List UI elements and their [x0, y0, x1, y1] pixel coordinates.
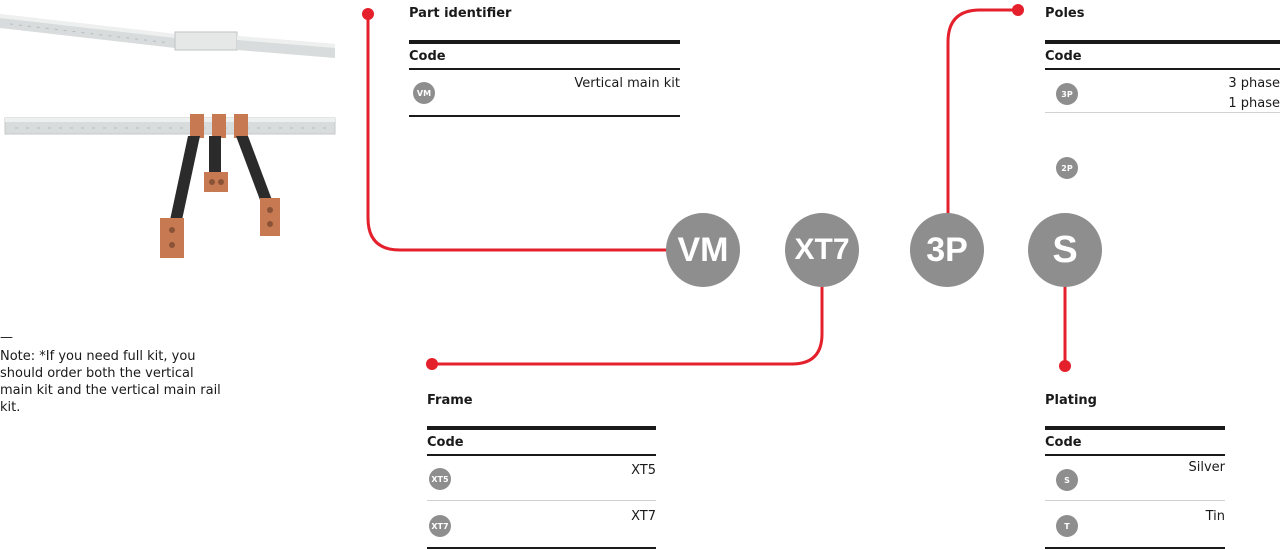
connector-dot-plating [1059, 360, 1071, 372]
code-header: Code [1045, 49, 1082, 64]
code-circle-frame: XT7 [785, 213, 859, 287]
code-badge: XT7 [429, 515, 451, 537]
code-header-line [1045, 454, 1225, 456]
table-bottom-line [427, 547, 656, 549]
code-circle-poles: 3P [910, 213, 984, 287]
code-badge: T [1056, 515, 1078, 537]
group-title: Part identifier [409, 6, 512, 21]
code-circle-part: VM [666, 213, 740, 287]
code-header: Code [1045, 435, 1082, 450]
note-text: Note: *If you need full kit, you should … [0, 349, 221, 415]
table-top-bar [1045, 426, 1225, 430]
connector-frame [432, 285, 824, 366]
connector-poles [946, 8, 1018, 218]
code-header-line [427, 454, 656, 456]
code-circle-plating: S [1028, 213, 1102, 287]
code-header: Code [409, 49, 446, 64]
group-frame: Frame Code XT5 XT5 XT7 XT7 [427, 393, 656, 550]
table-top-bar [409, 40, 680, 44]
table-bottom-line [1045, 547, 1225, 549]
code-header-line [1045, 68, 1280, 70]
connector-dot-poles [1012, 4, 1024, 16]
connector-dot-frame [426, 358, 438, 370]
group-title: Plating [1045, 393, 1097, 408]
code-description: 1 phase [1228, 96, 1280, 111]
row-separator [427, 500, 656, 501]
code-description: XT7 [631, 509, 656, 524]
code-badge: 2P [1056, 157, 1078, 179]
code-header: Code [427, 435, 464, 450]
code-description: Silver [1188, 460, 1225, 475]
code-description: XT5 [631, 463, 656, 478]
code-badge: VM [413, 82, 435, 104]
group-title: Frame [427, 393, 473, 408]
table-bottom-line [409, 115, 680, 117]
group-part-identifier: Part identifier Code VM Vertical main ki… [409, 6, 680, 121]
code-description: Tin [1205, 509, 1225, 524]
code-badge: XT5 [429, 468, 451, 490]
note-dash: — [0, 330, 13, 345]
group-title: Poles [1045, 6, 1085, 21]
group-plating: Plating Code S Silver T Tin [1045, 393, 1225, 550]
code-description: Vertical main kit [574, 76, 680, 91]
row-separator [1045, 500, 1225, 501]
code-badge: S [1056, 469, 1078, 491]
table-top-bar [1045, 40, 1280, 44]
connector-dot-part-identifier [362, 8, 374, 20]
table-top-bar [427, 426, 656, 430]
code-header-line [409, 68, 680, 70]
group-poles: Poles Code 3P 3 phase 2P 1 phase [1045, 6, 1280, 179]
row-separator [1045, 112, 1280, 113]
code-badge: 3P [1056, 83, 1078, 105]
code-description: 3 phase [1228, 76, 1280, 91]
